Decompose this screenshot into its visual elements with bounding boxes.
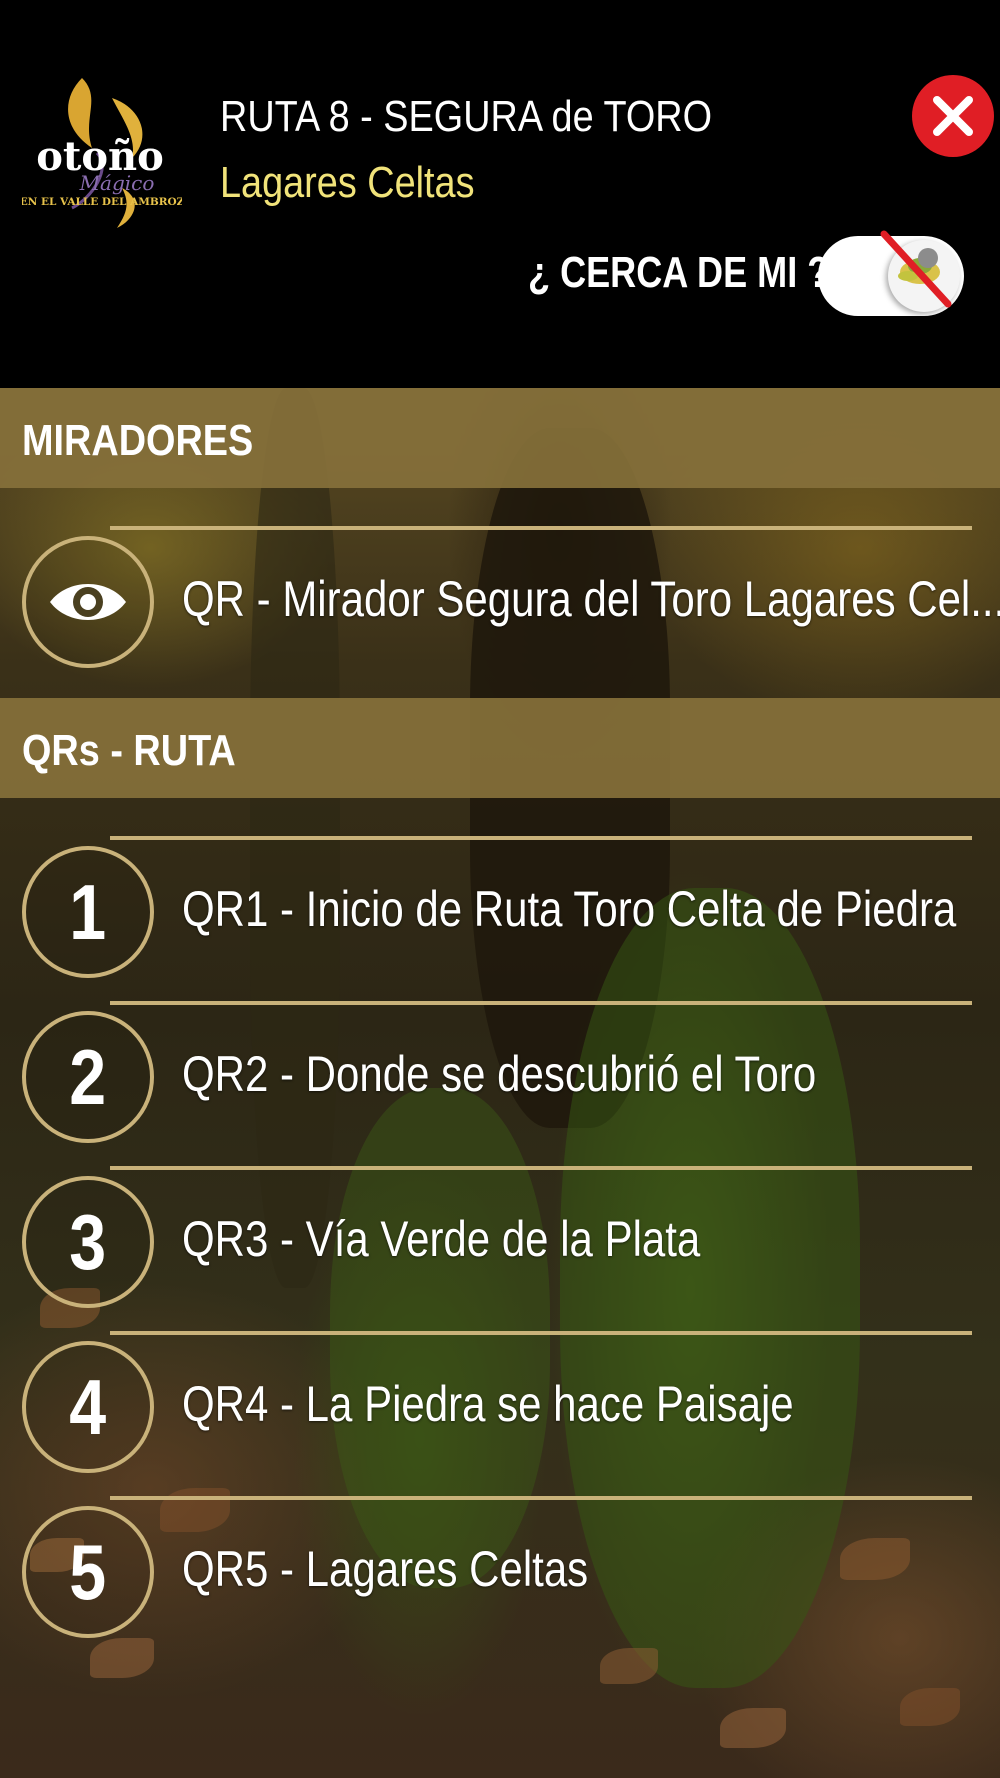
route-title: RUTA 8 - SEGURA de TORO (220, 92, 713, 141)
row-number: 5 (69, 1527, 107, 1616)
section-title: QRs - RUTA (22, 726, 236, 775)
app-header: otoño Mágico EN EL VALLE DEL AMBROZ RUTA… (0, 0, 1000, 388)
list-item-qr1[interactable]: 1 QR1 - Inicio de Ruta Toro Celta de Pie… (0, 836, 1000, 978)
svg-text:Mágico: Mágico (79, 171, 155, 195)
section-title: MIRADORES (22, 416, 254, 465)
row-number: 4 (69, 1362, 107, 1451)
row-number: 2 (69, 1032, 107, 1121)
row-divider (110, 1001, 972, 1005)
route-subtitle: Lagares Celtas (220, 158, 475, 207)
row-divider (110, 526, 972, 530)
close-icon (933, 96, 973, 136)
near-me-label: ¿ CERCA DE MI ? (528, 248, 830, 297)
row-number-circle: 5 (22, 1506, 154, 1638)
list-item-qr4[interactable]: 4 QR4 - La Piedra se hace Paisaje (0, 1331, 1000, 1473)
row-number-circle: 3 (22, 1176, 154, 1308)
row-number-circle: 4 (22, 1341, 154, 1473)
section-header-miradores: MIRADORES (0, 388, 1000, 488)
toggle-knob (880, 230, 960, 312)
location-disabled-icon (880, 230, 952, 308)
list-item-label: QR - Mirador Segura del Toro Lagares Cel… (182, 571, 1000, 627)
list-item-mirador[interactable]: QR - Mirador Segura del Toro Lagares Cel… (0, 526, 1000, 668)
list-item-label: QR5 - Lagares Celtas (182, 1541, 589, 1597)
eye-icon (50, 584, 126, 620)
row-number: 1 (69, 867, 107, 956)
row-number-circle: 2 (22, 1011, 154, 1143)
list-item-qr3[interactable]: 3 QR3 - Vía Verde de la Plata (0, 1166, 1000, 1308)
row-circle (22, 536, 154, 668)
row-number: 3 (69, 1197, 107, 1286)
near-me-toggle[interactable] (818, 230, 964, 316)
row-divider (110, 1331, 972, 1335)
otono-magico-logo: otoño Mágico EN EL VALLE DEL AMBROZ (20, 58, 185, 238)
row-divider (110, 836, 972, 840)
list-item-label: QR3 - Vía Verde de la Plata (182, 1211, 701, 1267)
row-divider (110, 1166, 972, 1170)
row-number-circle: 1 (22, 846, 154, 978)
list-item-label: QR4 - La Piedra se hace Paisaje (182, 1376, 794, 1432)
section-header-qrs-ruta: QRs - RUTA (0, 698, 1000, 798)
list-item-qr2[interactable]: 2 QR2 - Donde se descubrió el Toro (0, 1001, 1000, 1143)
close-button[interactable] (912, 75, 994, 157)
list-item-qr5[interactable]: 5 QR5 - Lagares Celtas (0, 1496, 1000, 1638)
svg-text:EN EL VALLE DEL AMBROZ: EN EL VALLE DEL AMBROZ (22, 196, 182, 208)
row-divider (110, 1496, 972, 1500)
list-item-label: QR2 - Donde se descubrió el Toro (182, 1046, 817, 1102)
list-item-label: QR1 - Inicio de Ruta Toro Celta de Piedr… (182, 881, 957, 937)
